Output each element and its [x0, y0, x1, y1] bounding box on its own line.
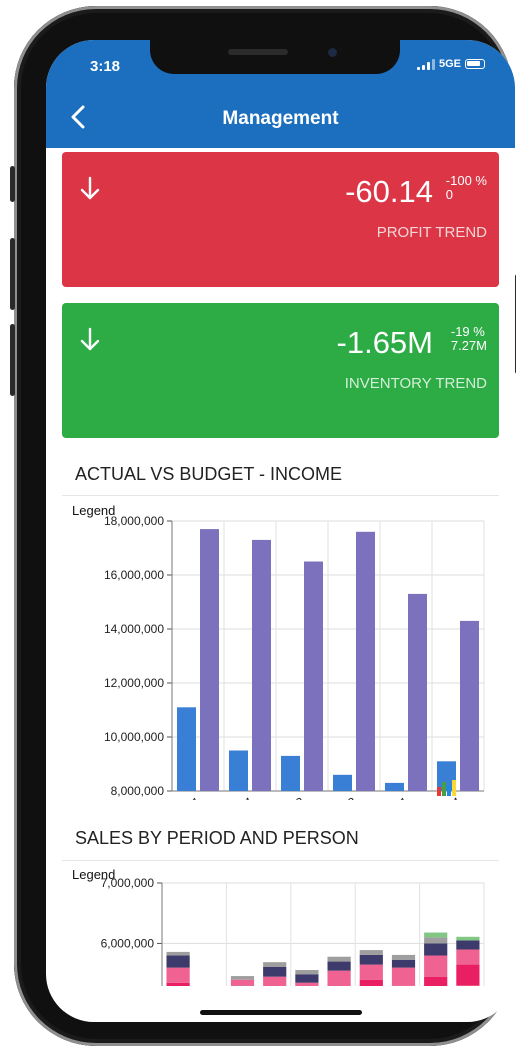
signal-icon	[416, 58, 435, 70]
inventory-value: -1.65M	[336, 325, 433, 360]
bar[interactable]	[200, 529, 219, 791]
profit-pct: -100 %	[445, 173, 487, 188]
stack-segment[interactable]	[166, 951, 190, 956]
stack-segment[interactable]	[424, 937, 448, 944]
volume-down-button	[10, 324, 15, 396]
x-tick-label: 2019 Q2	[309, 794, 357, 800]
bar[interactable]	[304, 561, 323, 792]
stack-segment[interactable]	[391, 967, 416, 986]
y-tick-label: 6,000,000	[101, 936, 155, 950]
network-suffix: E	[453, 58, 461, 70]
stack-segment[interactable]	[295, 982, 319, 986]
inventory-change: -19 % 7.27M	[451, 325, 487, 353]
speaker-grille	[228, 49, 288, 55]
y-tick-label: 14,000,000	[104, 622, 164, 636]
stack-segment[interactable]	[166, 967, 190, 983]
device-notch	[150, 40, 400, 74]
volume-up-button	[10, 238, 15, 310]
status-time: 3:18	[90, 58, 121, 75]
bar[interactable]	[385, 782, 404, 791]
stack-segment[interactable]	[424, 955, 448, 977]
bar[interactable]	[356, 531, 375, 791]
x-tick-label: 2019 Q3	[257, 794, 305, 800]
x-tick-label: 2019 Q4	[205, 794, 253, 800]
y-tick-label: 7,000,000	[101, 876, 155, 890]
stack-segment[interactable]	[456, 964, 480, 986]
profit-trend-card[interactable]: -60.14 -100 % 0 PROFIT TREND	[62, 152, 499, 287]
stack-segment[interactable]	[263, 976, 287, 986]
front-camera	[328, 48, 337, 57]
inventory-pct: -19 %	[450, 324, 485, 339]
stack-segment[interactable]	[327, 970, 351, 986]
bar[interactable]	[229, 750, 248, 792]
stack-segment[interactable]	[456, 949, 480, 965]
x-tick-label: 2019 Q1	[361, 794, 409, 800]
stack-segment[interactable]	[424, 943, 448, 956]
sales-chart-title: SALES BY PERIOD AND PERSON	[75, 828, 359, 848]
inventory-previous: 7.27M	[450, 338, 487, 353]
stack-segment[interactable]	[359, 950, 383, 955]
profit-value: -60.14	[345, 174, 433, 209]
inventory-trend-card[interactable]: -1.65M -19 % 7.27M INVENTORY TREND	[62, 303, 499, 438]
y-tick-label: 18,000,000	[104, 514, 164, 528]
bar[interactable]	[281, 755, 300, 791]
y-tick-label: 10,000,000	[104, 730, 164, 744]
stack-segment[interactable]	[359, 954, 383, 965]
bar[interactable]	[460, 620, 479, 791]
stack-segment[interactable]	[424, 976, 448, 986]
stack-segment[interactable]	[359, 964, 383, 980]
stack-segment[interactable]	[359, 979, 383, 986]
stack-segment[interactable]	[424, 932, 448, 938]
stack-segment[interactable]	[166, 982, 190, 986]
income-chart[interactable]: Legend 8,000,00010,000,00012,000,00014,0…	[46, 496, 515, 800]
arrow-down-icon	[80, 176, 100, 200]
stack-segment[interactable]	[391, 954, 416, 960]
bar[interactable]	[408, 593, 427, 791]
profit-previous: 0	[445, 187, 454, 202]
stack-segment[interactable]	[166, 955, 190, 968]
stack-segment[interactable]	[456, 940, 480, 950]
page-title: Management	[222, 108, 339, 129]
home-indicator[interactable]	[200, 1010, 362, 1015]
app-screen: 3:18 5G E Management -60.14 -100 % 0 PROF…	[46, 40, 515, 1022]
sales-chart[interactable]: Legend 5,000,0006,000,0007,000,000	[46, 861, 515, 986]
bar[interactable]	[177, 707, 196, 791]
stack-segment[interactable]	[295, 974, 319, 983]
y-tick-label: 16,000,000	[104, 568, 164, 582]
y-tick-label: 12,000,000	[104, 676, 164, 690]
stack-segment[interactable]	[327, 961, 351, 971]
stack-segment[interactable]	[263, 967, 287, 977]
arrow-down-icon	[80, 327, 100, 351]
stack-segment[interactable]	[391, 959, 416, 968]
profit-trend-label: PROFIT TREND	[376, 224, 487, 241]
stack-segment[interactable]	[230, 979, 255, 986]
bar[interactable]	[252, 539, 271, 791]
stack-segment[interactable]	[327, 956, 351, 962]
stack-segment[interactable]	[263, 962, 287, 968]
network-label: 5G	[438, 58, 454, 70]
income-chart-title: ACTUAL VS BUDGET - INCOME	[75, 464, 343, 484]
mute-switch	[10, 166, 15, 202]
stack-segment[interactable]	[230, 976, 255, 980]
stack-segment[interactable]	[456, 936, 480, 941]
battery-icon	[465, 59, 485, 69]
inventory-trend-label: INVENTORY TREND	[344, 375, 487, 392]
profit-change: -100 % 0	[446, 174, 487, 202]
status-indicators: 5G E	[416, 58, 485, 70]
stack-segment[interactable]	[295, 970, 319, 975]
y-tick-label: 8,000,000	[111, 784, 165, 798]
bar[interactable]	[333, 774, 352, 791]
